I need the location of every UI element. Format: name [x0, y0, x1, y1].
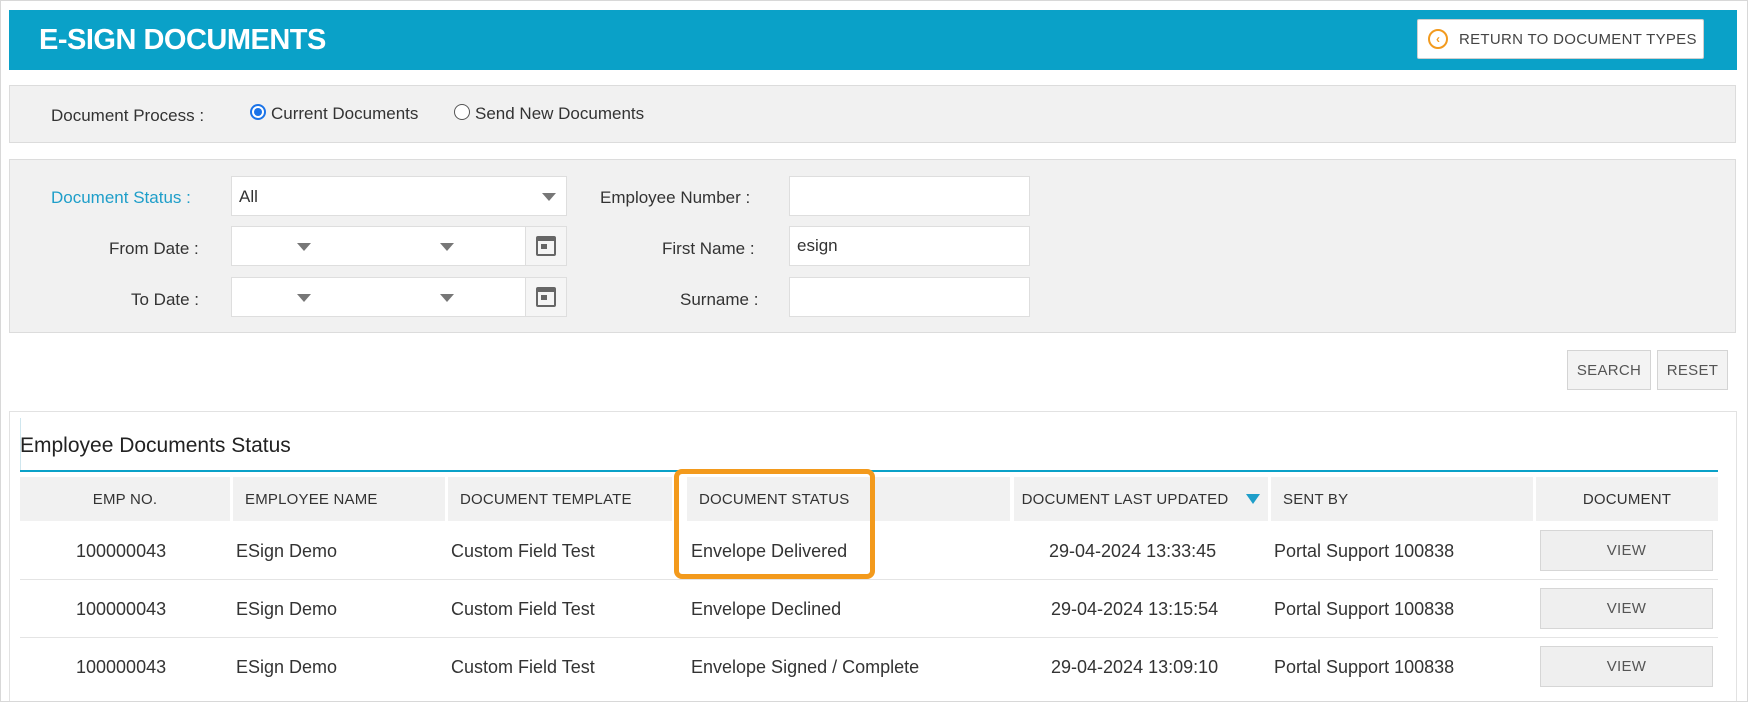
year-dropdown-caret-icon[interactable] — [440, 243, 454, 251]
radio-send-new-documents-label: Send New Documents — [475, 104, 645, 123]
surname-label: Surname : — [680, 290, 759, 309]
from-date-calendar-button[interactable] — [525, 227, 566, 265]
cell-sent-by: Portal Support 100838 — [1274, 657, 1455, 677]
search-button[interactable]: SEARCH — [1567, 350, 1651, 390]
sort-descending-icon[interactable] — [1246, 494, 1261, 504]
surname-input[interactable] — [789, 277, 1030, 317]
column-header-document-template[interactable]: DOCUMENT TEMPLATE — [448, 477, 672, 521]
radio-current-documents-label: Current Documents — [271, 104, 419, 123]
chevron-left-circle-icon: ‹ — [1428, 29, 1448, 49]
chevron-down-icon — [542, 193, 556, 201]
document-process-label: Document Process : — [51, 106, 205, 125]
page-title: E-SIGN DOCUMENTS — [39, 24, 326, 56]
to-date-label: To Date : — [131, 290, 200, 309]
cell-employee-name: ESign Demo — [236, 541, 338, 561]
document-status-select[interactable]: All — [231, 176, 567, 216]
cell-last-updated: 29-04-2024 13:15:54 — [1051, 599, 1219, 619]
view-document-button[interactable]: VIEW — [1540, 646, 1713, 687]
cell-sent-by: Portal Support 100838 — [1274, 541, 1455, 561]
employee-number-input[interactable] — [789, 176, 1030, 216]
from-date-picker[interactable] — [231, 226, 567, 266]
radio-send-new-documents[interactable]: Send New Documents — [454, 104, 644, 124]
to-date-calendar-button[interactable] — [525, 278, 566, 316]
cell-emp-no: 100000043 — [76, 657, 167, 677]
column-header-document-last-updated-label: DOCUMENT LAST UPDATED — [1021, 490, 1229, 508]
cell-last-updated: 29-04-2024 13:33:45 — [1049, 541, 1217, 561]
document-status-value: All — [239, 187, 258, 206]
reset-button[interactable]: RESET — [1657, 350, 1728, 390]
page-header: E-SIGN DOCUMENTS ‹ RETURN TO DOCUMENT TY… — [9, 10, 1737, 70]
cell-document-status: Envelope Declined — [691, 599, 842, 619]
first-name-label: First Name : — [662, 239, 755, 258]
filter-panel: Document Status : All From Date : To Dat… — [9, 159, 1736, 333]
from-date-label: From Date : — [109, 239, 199, 258]
row-divider — [20, 579, 1718, 580]
radio-current-documents[interactable]: Current Documents — [250, 104, 418, 124]
cell-document-template: Custom Field Test — [451, 541, 595, 561]
cell-document-template: Custom Field Test — [451, 599, 595, 619]
column-header-document[interactable]: DOCUMENT — [1536, 477, 1718, 521]
document-status-label: Document Status : — [51, 188, 191, 207]
cell-emp-no: 100000043 — [76, 599, 167, 619]
calendar-icon — [536, 287, 556, 307]
radio-selected-icon[interactable] — [250, 104, 266, 120]
cell-emp-no: 100000043 — [76, 541, 167, 561]
cell-employee-name: ESign Demo — [236, 657, 338, 677]
cell-employee-name: ESign Demo — [236, 599, 338, 619]
radio-unselected-icon[interactable] — [454, 104, 470, 120]
cell-last-updated: 29-04-2024 13:09:10 — [1051, 657, 1219, 677]
view-document-button[interactable]: VIEW — [1540, 530, 1713, 571]
row-divider — [20, 637, 1718, 638]
cell-document-template: Custom Field Test — [451, 657, 595, 677]
cell-document-status: Envelope Signed / Complete — [691, 657, 920, 677]
view-document-button[interactable]: VIEW — [1540, 588, 1713, 629]
document-status-highlight-box — [674, 469, 875, 579]
employee-number-label: Employee Number : — [600, 188, 751, 207]
return-to-document-types-button[interactable]: ‹ RETURN TO DOCUMENT TYPES — [1417, 19, 1704, 59]
column-header-sent-by[interactable]: SENT BY — [1271, 477, 1533, 521]
documents-section-title: Employee Documents Status — [20, 434, 291, 457]
cell-sent-by: Portal Support 100838 — [1274, 599, 1455, 619]
calendar-icon — [536, 236, 556, 256]
month-dropdown-caret-icon[interactable] — [297, 294, 311, 302]
column-header-employee-name[interactable]: EMPLOYEE NAME — [233, 477, 445, 521]
to-date-picker[interactable] — [231, 277, 567, 317]
esign-documents-window: E-SIGN DOCUMENTS ‹ RETURN TO DOCUMENT TY… — [0, 0, 1748, 702]
first-name-input[interactable] — [789, 226, 1030, 266]
month-dropdown-caret-icon[interactable] — [297, 243, 311, 251]
document-process-bar: Document Process : Current Documents Sen… — [9, 85, 1736, 143]
column-header-document-last-updated[interactable]: DOCUMENT LAST UPDATED — [1014, 477, 1268, 521]
column-header-emp-no[interactable]: EMP NO. — [20, 477, 230, 521]
year-dropdown-caret-icon[interactable] — [440, 294, 454, 302]
return-button-label: RETURN TO DOCUMENT TYPES — [1459, 30, 1697, 48]
